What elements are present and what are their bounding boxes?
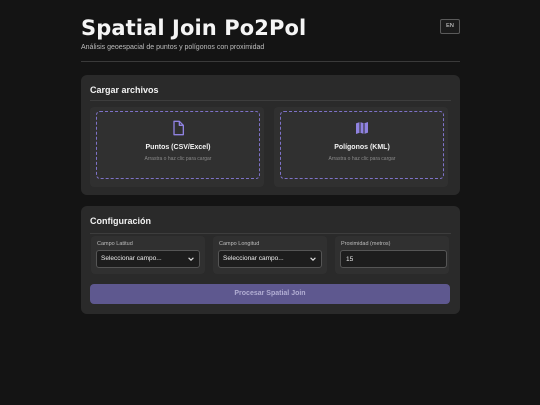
page-title: Spatial Join Po2Pol	[81, 16, 307, 40]
latitude-field-group: Campo Latitud Seleccionar campo...	[91, 236, 205, 274]
proximity-input[interactable]	[340, 250, 447, 268]
longitude-select-value: Seleccionar campo...	[223, 255, 284, 262]
page-subtitle: Análisis geoespacial de puntos y polígon…	[81, 44, 265, 51]
points-dropzone-panel: Puntos (CSV/Excel) Arrastra o haz clic p…	[90, 107, 264, 187]
config-card-title: Configuración	[90, 216, 151, 226]
latitude-select-value: Seleccionar campo...	[101, 255, 162, 262]
polygons-dropzone-hint: Arrastra o haz clic para cargar	[328, 156, 396, 162]
points-dropzone-hint: Arrastra o haz clic para cargar	[144, 156, 212, 162]
upload-card-title: Cargar archivos	[90, 85, 159, 95]
language-toggle-button[interactable]: EN	[440, 19, 460, 34]
file-icon	[173, 120, 184, 136]
points-dropzone[interactable]: Puntos (CSV/Excel) Arrastra o haz clic p…	[96, 111, 260, 179]
polygons-dropzone[interactable]: Polígonos (KML) Arrastra o haz clic para…	[280, 111, 444, 179]
longitude-field-group: Campo Longitud Seleccionar campo...	[213, 236, 327, 274]
chevron-down-icon	[310, 257, 316, 261]
app-page: Spatial Join Po2Pol Análisis geoespacial…	[0, 0, 540, 405]
divider	[90, 100, 451, 101]
longitude-field-label: Campo Longitud	[219, 241, 260, 247]
latitude-select[interactable]: Seleccionar campo...	[96, 250, 200, 268]
divider	[90, 233, 451, 234]
chevron-down-icon	[188, 257, 194, 261]
config-card: Configuración Campo Latitud Seleccionar …	[81, 206, 460, 314]
polygons-dropzone-label: Polígonos (KML)	[334, 144, 390, 151]
proximity-field-group: Proximidad (metros)	[335, 236, 449, 274]
map-icon	[356, 122, 368, 134]
upload-card: Cargar archivos Puntos (CSV/Excel) Arras…	[81, 75, 460, 195]
points-dropzone-label: Puntos (CSV/Excel)	[145, 144, 211, 151]
longitude-select[interactable]: Seleccionar campo...	[218, 250, 322, 268]
process-spatial-join-button[interactable]: Procesar Spatial Join	[90, 284, 450, 304]
proximity-field-label: Proximidad (metros)	[341, 241, 391, 247]
latitude-field-label: Campo Latitud	[97, 241, 133, 247]
polygons-dropzone-panel: Polígonos (KML) Arrastra o haz clic para…	[274, 107, 448, 187]
header: Spatial Join Po2Pol Análisis geoespacial…	[81, 16, 460, 62]
